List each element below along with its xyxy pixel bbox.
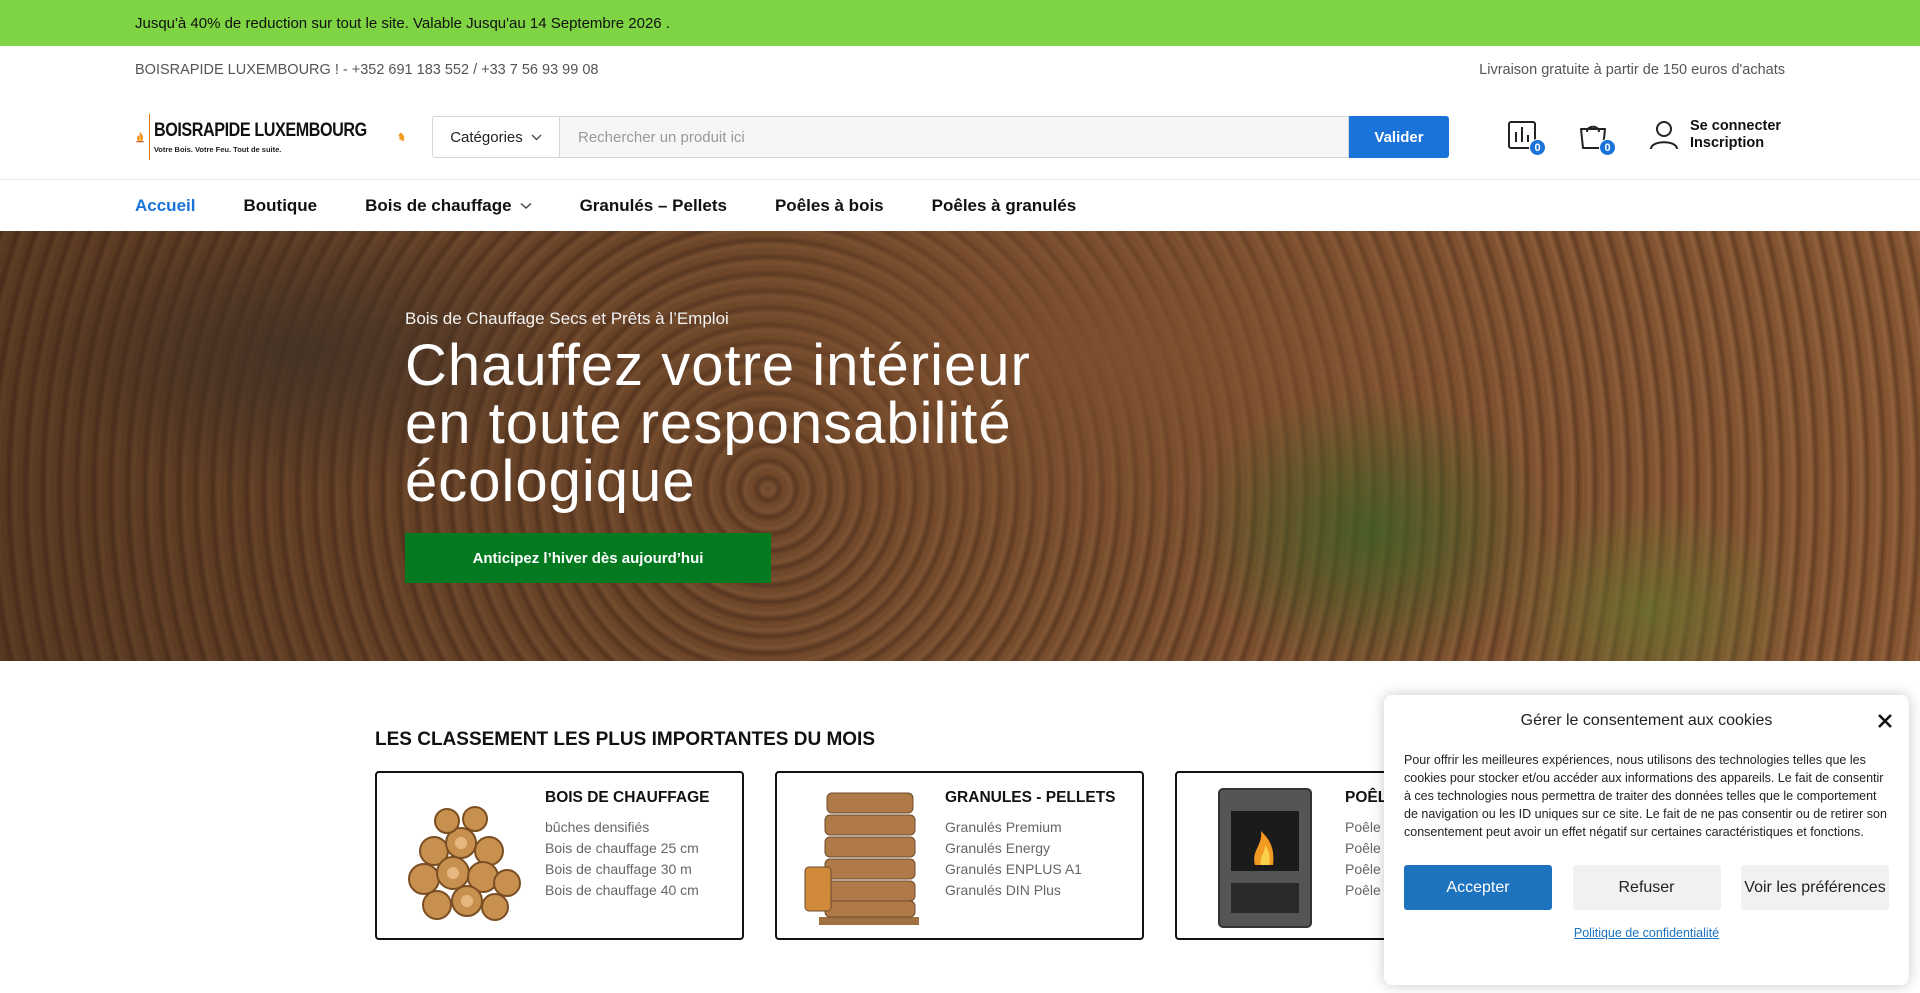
cookie-consent-dialog: Gérer le consentement aux cookies Pour o… — [1384, 695, 1909, 985]
category-select-label: Catégories — [450, 128, 523, 146]
card-title: GRANULES - PELLETS — [945, 789, 1116, 806]
login-link[interactable]: Se connecter — [1690, 118, 1781, 135]
card-link[interactable]: Granulés ENPLUS A1 — [945, 859, 1116, 880]
search-input[interactable] — [559, 116, 1349, 158]
hero-title-line: en toute responsabilité — [405, 391, 1012, 456]
nav-item-granules[interactable]: Granulés – Pellets — [580, 196, 727, 216]
preferences-button[interactable]: Voir les préférences — [1741, 865, 1889, 910]
logo-text: BOISRAPIDE LUXEMBOURG Votre Bois. Votre … — [154, 120, 404, 154]
chevron-down-icon — [531, 134, 542, 140]
hero-banner: Bois de Chauffage Secs et Prêts à l’Empl… — [0, 231, 1920, 661]
account-link[interactable]: Se connecter Inscription — [1648, 118, 1781, 152]
hero-kicker: Bois de Chauffage Secs et Prêts à l’Empl… — [405, 309, 729, 328]
nav-item-boutique[interactable]: Boutique — [243, 196, 317, 216]
flame-logo-icon — [136, 131, 145, 143]
card-link[interactable]: Granulés Premium — [945, 817, 1116, 838]
card-link[interactable]: Granulés DIN Plus — [945, 880, 1116, 901]
cookie-buttons: Accepter Refuser Voir les préférences — [1404, 865, 1889, 910]
card-title: BOIS DE CHAUFFAGE — [545, 789, 710, 806]
refuse-button[interactable]: Refuser — [1572, 865, 1721, 910]
site-logo[interactable]: BOISRAPIDE LUXEMBOURG Votre Bois. Votre … — [135, 107, 405, 167]
hero-title-line: écologique — [405, 449, 696, 514]
luxembourg-map-icon — [398, 132, 405, 142]
hero-title: Chauffez votre intérieur en toute respon… — [405, 337, 1165, 511]
nav-item-accueil[interactable]: Accueil — [135, 196, 195, 216]
close-icon[interactable] — [1877, 709, 1893, 735]
hero-content: Bois de Chauffage Secs et Prêts à l’Empl… — [405, 309, 1165, 583]
category-cards: BOIS DE CHAUFFAGE bûches densifiés Bois … — [375, 771, 1544, 940]
category-card-granules[interactable]: GRANULES - PELLETS Granulés Premium Gran… — [775, 771, 1144, 940]
main-nav: Accueil Boutique Bois de chauffage Granu… — [0, 179, 1920, 231]
account-text: Se connecter Inscription — [1690, 118, 1781, 152]
stove-image — [1218, 788, 1312, 928]
logo-divider — [149, 114, 150, 160]
compare-button[interactable]: 0 — [1506, 118, 1546, 156]
card-link[interactable]: Granulés Energy — [945, 838, 1116, 859]
logo-tagline: Votre Bois. Votre Feu. Tout de suite. — [153, 145, 282, 154]
cart-count-badge: 0 — [1599, 139, 1616, 156]
privacy-policy-link[interactable]: Politique de confidentialité — [1404, 926, 1889, 940]
nav-label: Accueil — [135, 195, 196, 215]
cart-button[interactable]: 0 — [1576, 118, 1616, 156]
hero-cta-button[interactable]: Anticipez l’hiver dès aujourd’hui — [405, 533, 771, 583]
cookie-text: Pour offrir les meilleures expériences, … — [1404, 753, 1887, 839]
search-button[interactable]: Valider — [1349, 116, 1449, 158]
contact-info: BOISRAPIDE LUXEMBOURG ! - +352 691 183 5… — [135, 62, 599, 78]
card-link[interactable]: Bois de chauffage 25 cm — [545, 838, 709, 859]
search-bar: Catégories Valider — [432, 116, 1449, 158]
nav-item-poeles-bois[interactable]: Poêles à bois — [775, 196, 884, 216]
user-icon — [1650, 121, 1678, 150]
register-link[interactable]: Inscription — [1690, 135, 1781, 152]
firewood-image — [408, 806, 521, 921]
rankings-title: LES CLASSEMENT LES PLUS IMPORTANTES DU M… — [375, 729, 876, 750]
header: BOISRAPIDE LUXEMBOURG Votre Bois. Votre … — [0, 94, 1920, 180]
nav-item-bois-de-chauffage[interactable]: Bois de chauffage — [365, 195, 532, 216]
info-bar: BOISRAPIDE LUXEMBOURG ! - +352 691 183 5… — [0, 46, 1920, 94]
card-body: GRANULES - PELLETS Granulés Premium Gran… — [939, 781, 1116, 930]
card-body: BOIS DE CHAUFFAGE bûches densifiés Bois … — [539, 781, 709, 930]
hero-title-line: Chauffez votre intérieur — [405, 333, 1031, 398]
nav-label: Granulés – Pellets — [579, 195, 727, 215]
cookie-title: Gérer le consentement aux cookies — [1520, 712, 1773, 729]
shipping-info: Livraison gratuite à partir de 150 euros… — [1479, 62, 1785, 78]
compare-count-badge: 0 — [1529, 139, 1546, 156]
nav-label: Poêles à granulés — [931, 195, 1077, 215]
promo-bar: Jusqu'à 40% de reduction sur tout le sit… — [0, 0, 1920, 46]
nav-label: Bois de chauffage — [365, 195, 512, 215]
promo-text: Jusqu'à 40% de reduction sur tout le sit… — [135, 14, 670, 32]
nav-item-poeles-granules[interactable]: Poêles à granulés — [932, 196, 1077, 216]
accept-button[interactable]: Accepter — [1404, 865, 1552, 910]
chevron-down-icon — [520, 202, 532, 209]
card-link[interactable]: bûches densifiés — [545, 817, 709, 838]
category-card-bois[interactable]: BOIS DE CHAUFFAGE bûches densifiés Bois … — [375, 771, 744, 940]
nav-label: Boutique — [243, 195, 318, 215]
logo-title: BOISRAPIDE LUXEMBOURG — [153, 120, 367, 141]
pellet-bags-image — [804, 792, 919, 925]
nav-label: Poêles à bois — [774, 195, 884, 215]
card-link[interactable]: Bois de chauffage 40 cm — [545, 880, 709, 901]
category-select[interactable]: Catégories — [432, 116, 559, 158]
card-link[interactable]: Bois de chauffage 30 m — [545, 859, 709, 880]
